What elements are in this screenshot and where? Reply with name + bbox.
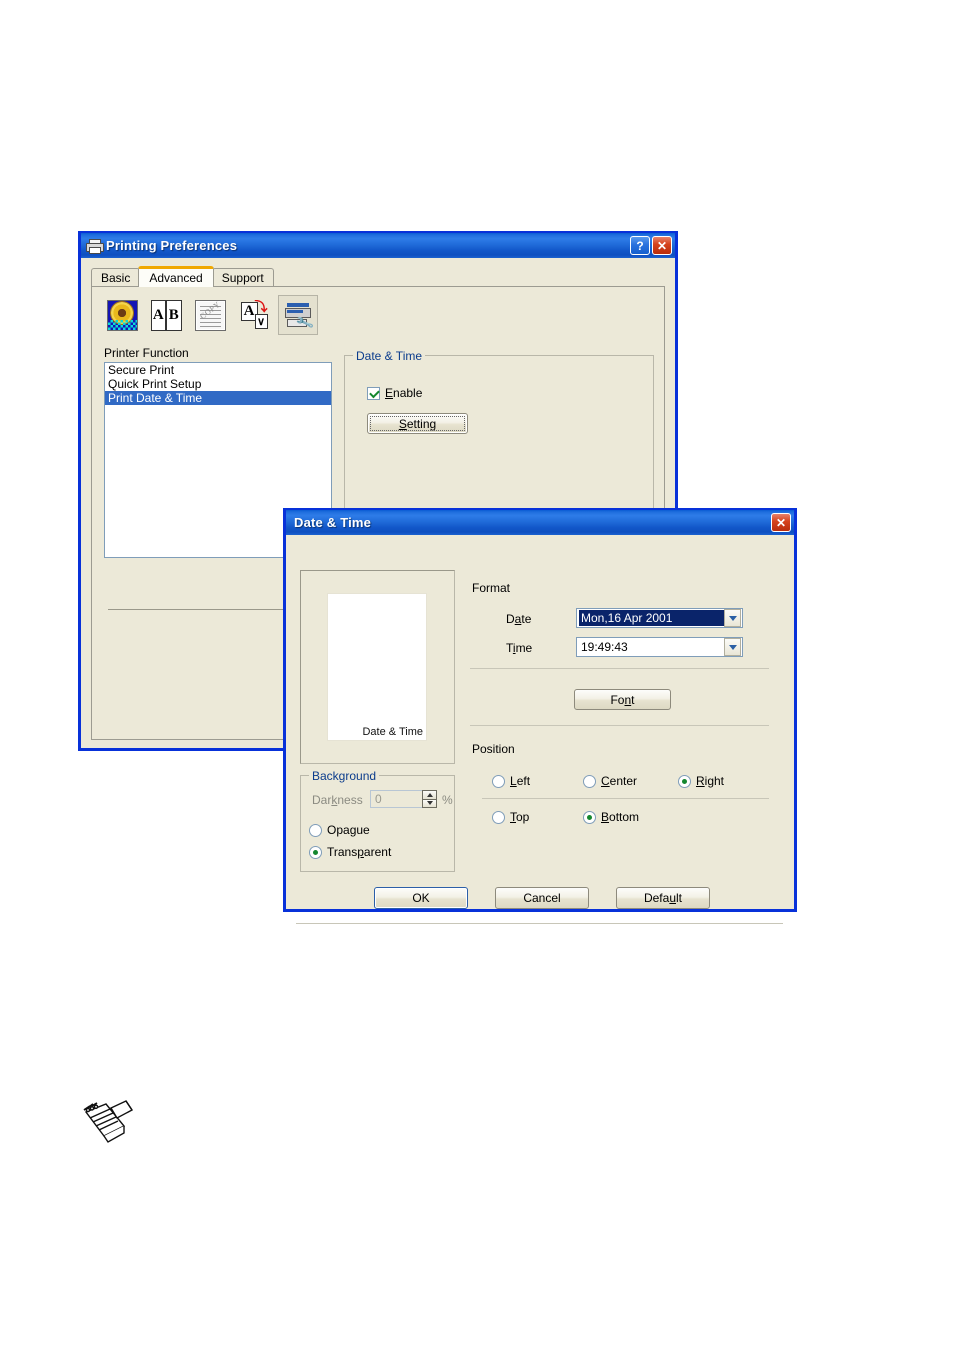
cancel-button[interactable]: Cancel [495,887,589,909]
position-right-radio[interactable] [678,774,691,788]
background-opaque-radio[interactable] [309,823,322,837]
darkness-decrement-button[interactable] [422,799,437,808]
position-top-radio[interactable] [492,810,505,824]
position-bottom-radio-row[interactable]: Bottom [583,810,639,824]
cancel-button-label: Cancel [523,891,561,905]
position-top-label: Top [510,810,530,824]
position-bottom-radio[interactable] [583,810,596,824]
darkness-stepper[interactable]: 0 [370,790,437,808]
list-item[interactable]: Quick Print Setup [105,377,331,391]
ok-button-label: OK [412,891,430,905]
tabstrip: Basic Advanced Support [91,266,274,287]
time-format-value: 19:49:43 [581,640,628,654]
device-options-icon[interactable]: 🔧 [278,295,318,335]
position-center-radio[interactable] [583,774,596,788]
background-group-label: Background [309,769,380,783]
default-button[interactable]: Default [616,887,710,909]
position-right-label: Right [696,774,725,788]
time-field-label: Time [506,641,533,655]
advanced-toolbar: A B COPY A ⤵ ∨ 🔧 [102,295,318,335]
background-opaque-label: Opague [327,823,370,837]
default-button-label: Default [643,891,683,905]
close-icon[interactable]: ✕ [771,513,791,532]
background-transparent-radio[interactable] [309,845,322,859]
button-bar-separator [296,923,783,924]
tab-advanced-label: Advanced [149,271,203,285]
chevron-down-icon[interactable] [724,609,741,627]
setting-button[interactable]: Setting [367,413,468,434]
font-button-label: Font [610,692,635,707]
list-item[interactable]: Secure Print [105,363,331,377]
position-left-radio-row[interactable]: Left [492,774,530,788]
background-group: Background Darkness 0 % Opague Transpare… [300,769,455,872]
date-time-titlebar-buttons: ✕ [771,513,791,532]
date-time-group-label: Date & Time [353,349,426,363]
tab-basic-label: Basic [101,271,131,285]
date-time-dialog-title: Date & Time [294,515,372,530]
enable-label: Enable [385,386,423,400]
date-format-value: Mon,16 Apr 2001 [579,610,724,626]
position-separator [482,798,769,799]
chevron-down-icon[interactable] [724,638,741,656]
date-time-dialog: Date & Time ✕ Date & Time Format Date Mo… [283,508,797,924]
darkness-spin-buttons[interactable] [422,790,437,808]
darkness-label: Darkness [312,793,363,807]
printing-preferences-titlebar: Printing Preferences ? ✕ [79,232,677,258]
ok-button[interactable]: OK [374,887,468,909]
background-transparent-label: Transparent [327,845,392,859]
preview-page: Date & Time [327,593,427,741]
titlebar-buttons: ? ✕ [630,236,672,255]
enable-checkbox-row[interactable]: Enable [367,386,422,400]
font-separator [470,725,769,726]
darkness-increment-button[interactable] [422,790,437,800]
position-top-radio-row[interactable]: Top [492,810,529,824]
page-setting-icon[interactable]: A ⤵ ∨ [234,295,274,335]
preview-date-time-text: Date & Time [362,726,423,738]
date-field-label: Date [506,612,532,626]
note-pencil-icon [80,1100,136,1146]
setting-button-label: Setting [398,416,437,431]
position-bottom-label: Bottom [601,810,640,824]
font-button[interactable]: Font [574,689,671,710]
close-icon[interactable]: ✕ [652,236,672,255]
position-label: Position [472,742,515,756]
position-center-label: Center [601,774,638,788]
date-time-titlebar: Date & Time ✕ [284,509,796,535]
percent-label: % [442,793,453,807]
enable-checkbox[interactable] [367,386,380,400]
printer-icon [86,238,104,254]
date-format-combo[interactable]: Mon,16 Apr 2001 [576,608,743,628]
date-time-dialog-body: Date & Time Format Date Mon,16 Apr 2001 … [284,535,796,924]
background-opaque-radio-row[interactable]: Opague [309,823,370,837]
print-quality-icon[interactable] [102,295,142,335]
watermark-icon[interactable]: COPY [190,295,230,335]
background-transparent-radio-row[interactable]: Transparent [309,845,391,859]
tab-support-label: Support [221,271,264,285]
time-format-combo[interactable]: 19:49:43 [576,637,743,657]
tab-basic[interactable]: Basic [91,268,141,287]
duplex-icon[interactable]: A B [146,295,186,335]
printing-preferences-title: Printing Preferences [106,238,238,253]
format-label: Format [472,581,511,595]
position-left-radio[interactable] [492,774,505,788]
format-separator [470,668,769,669]
preview-frame: Date & Time [300,570,455,764]
help-button[interactable]: ? [630,236,650,255]
list-item[interactable]: Print Date & Time [105,391,331,405]
printer-function-label: Printer Function [104,346,189,360]
position-left-label: Left [510,774,531,788]
tab-advanced[interactable]: Advanced [138,266,214,287]
tab-support[interactable]: Support [211,268,274,287]
position-right-radio-row[interactable]: Right [678,774,724,788]
darkness-value[interactable]: 0 [370,790,422,808]
position-center-radio-row[interactable]: Center [583,774,637,788]
